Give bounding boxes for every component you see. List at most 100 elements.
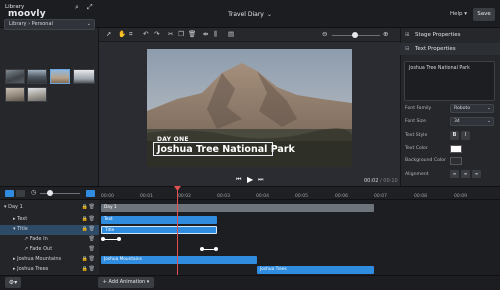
search-icon[interactable]: ⌕ (75, 3, 79, 12)
settings-button[interactable]: ⚙▾ (5, 277, 21, 288)
stage-properties-header[interactable]: ⊞ Stage Properties (400, 29, 500, 41)
hand-tool-icon[interactable]: ✋ (118, 30, 126, 38)
save-button[interactable]: Save (473, 8, 495, 21)
document-title[interactable]: Travel Diary ⌄ (212, 11, 288, 18)
timeline-zoom-track[interactable] (40, 193, 80, 194)
lock-icon[interactable]: 🔒 (82, 225, 88, 235)
delete-icon[interactable]: 🗑 (89, 245, 95, 255)
layer-row-joshua-mountains[interactable]: ▸ Joshua Mountains 🔒 🗑 (0, 255, 99, 265)
clip-joshua-mountains[interactable]: Joshua Mountains (101, 256, 257, 264)
animation-row-fade-in[interactable]: ↗ Fade In 🗑 (0, 235, 99, 245)
library-thumbnail[interactable] (73, 69, 95, 84)
playhead-line[interactable] (177, 187, 178, 275)
italic-button[interactable]: I (461, 131, 470, 140)
add-animation-label: Add Animation (108, 279, 146, 285)
animation-row-fade-out[interactable]: ↗ Fade Out 🗑 (0, 245, 99, 255)
background-color-swatch[interactable] (450, 157, 462, 165)
undo-icon[interactable]: ↶ (143, 30, 148, 38)
flip-icon[interactable]: ⇹ (203, 30, 208, 38)
zoom-slider-handle[interactable] (352, 32, 358, 38)
align-left-icon[interactable]: ≡ (450, 170, 459, 178)
layer-row-joshua-trees[interactable]: ▸ Joshua Trees 🔒 🗑 (0, 265, 99, 275)
clip-day1[interactable]: Day 1 (101, 204, 374, 212)
library-folder-select[interactable]: Library › Personal ⌄ (4, 19, 95, 30)
layer-row-day1[interactable]: ▾ Day 1 🔒 🗑 (0, 203, 99, 213)
delete-icon[interactable]: 🗑 (89, 235, 95, 245)
library-thumbnail[interactable] (5, 69, 25, 84)
crop-tool-icon[interactable]: ⌗ (129, 30, 133, 39)
delete-icon[interactable]: 🗑 (89, 215, 95, 225)
text-properties-header[interactable]: ⊟ Text Properties (400, 43, 500, 55)
zoom-in-icon[interactable]: ⊕ (383, 30, 388, 38)
delete-icon[interactable]: 🗑 (89, 225, 95, 235)
expand-icon[interactable]: ⤢ (87, 3, 93, 12)
stage-properties-label: Stage Properties (415, 32, 461, 38)
align-center-icon[interactable]: ≡ (461, 170, 470, 178)
delete-icon[interactable]: 🗑 (89, 203, 95, 213)
text-content-input[interactable]: Joshua Tree National Park (404, 61, 495, 101)
time-tick: 00:04 (256, 194, 269, 199)
alignment-label: Alignment (405, 172, 429, 177)
help-menu[interactable]: Help ▾ (450, 11, 467, 17)
text-color-swatch[interactable] (450, 145, 462, 153)
zoom-out-icon[interactable]: ⊖ (322, 30, 327, 38)
grid-view-icon[interactable] (16, 190, 25, 197)
text-properties-label: Text Properties (415, 46, 456, 52)
keyframe-handle[interactable] (117, 237, 121, 241)
library-title: Library (5, 4, 25, 10)
bold-button[interactable]: B (450, 131, 459, 140)
play-icon[interactable]: ▶ (247, 175, 253, 184)
keyframe-handle[interactable] (200, 247, 204, 251)
time-current: 00:02 (364, 178, 379, 184)
keyframe-handle[interactable] (214, 247, 218, 251)
clip-joshua-trees[interactable]: Joshua Trees (257, 266, 374, 274)
align-right-icon[interactable]: ≡ (472, 170, 481, 178)
copy-icon[interactable]: ❐ (178, 30, 184, 38)
layer-label: Text (17, 216, 28, 222)
library-thumbnail[interactable] (5, 87, 25, 102)
layer-row-title[interactable]: ▾ Title 🔒 🗑 (0, 225, 99, 235)
layer-label: Joshua Mountains (17, 256, 62, 262)
library-panel (0, 28, 99, 186)
caret-down-icon: ▾ (14, 279, 18, 286)
cut-icon[interactable]: ✂ (168, 30, 173, 38)
list-view-icon[interactable] (5, 190, 14, 197)
font-size-label: Font Size (405, 119, 426, 124)
background-color-label: Background Color (405, 158, 446, 163)
layer-row-text[interactable]: ▸ Text 🔒 🗑 (0, 215, 99, 225)
add-animation-button[interactable]: + Add Animation ▾ (98, 277, 154, 288)
text-color-label: Text Color (405, 146, 428, 151)
delete-icon[interactable]: 🗑 (89, 255, 95, 265)
library-thumbnail[interactable] (50, 69, 70, 84)
lock-icon[interactable]: 🔒 (82, 215, 88, 225)
font-family-select[interactable]: Roboto ⌄ (450, 104, 494, 113)
stage-title-text[interactable]: Joshua Tree National Park (157, 144, 295, 155)
select-tool-icon[interactable]: ➚ (106, 30, 111, 38)
align-icon[interactable]: ⫼ (214, 30, 217, 39)
font-size-select[interactable]: 34 ⌄ (450, 117, 494, 126)
time-tick: 00:06 (335, 194, 348, 199)
lock-icon[interactable]: 🔒 (82, 255, 88, 265)
layer-label: Title (17, 226, 28, 232)
time-readout: 00:02 / 00:10 (364, 178, 398, 184)
lock-icon[interactable]: 🔒 (82, 265, 88, 275)
clip-title[interactable]: Title (101, 226, 217, 234)
delete-icon[interactable]: 🗑 (89, 265, 95, 275)
keyframe-handle[interactable] (101, 237, 105, 241)
time-tick: 00:01 (140, 194, 153, 199)
timeline-zoom-handle[interactable] (47, 190, 53, 196)
redo-icon[interactable]: ↷ (154, 30, 159, 38)
skip-back-icon[interactable]: ⏮ (236, 176, 241, 184)
lock-icon[interactable]: 🔒 (82, 203, 88, 213)
font-family-value: Roboto (454, 106, 471, 111)
layer-order-icon[interactable]: ▤ (228, 30, 234, 38)
clip-text[interactable]: Text (101, 216, 217, 224)
library-thumbnail[interactable] (27, 87, 47, 102)
library-thumbnail[interactable] (27, 69, 47, 84)
text-style-label: Text Style (405, 133, 428, 138)
document-title-label: Travel Diary (228, 11, 264, 18)
delete-icon[interactable]: 🗑 (188, 30, 196, 38)
skip-forward-icon[interactable]: ⏭ (258, 176, 263, 184)
timeline-fit-icon[interactable] (86, 190, 95, 197)
stage-day-label: DAY ONE (157, 136, 189, 143)
